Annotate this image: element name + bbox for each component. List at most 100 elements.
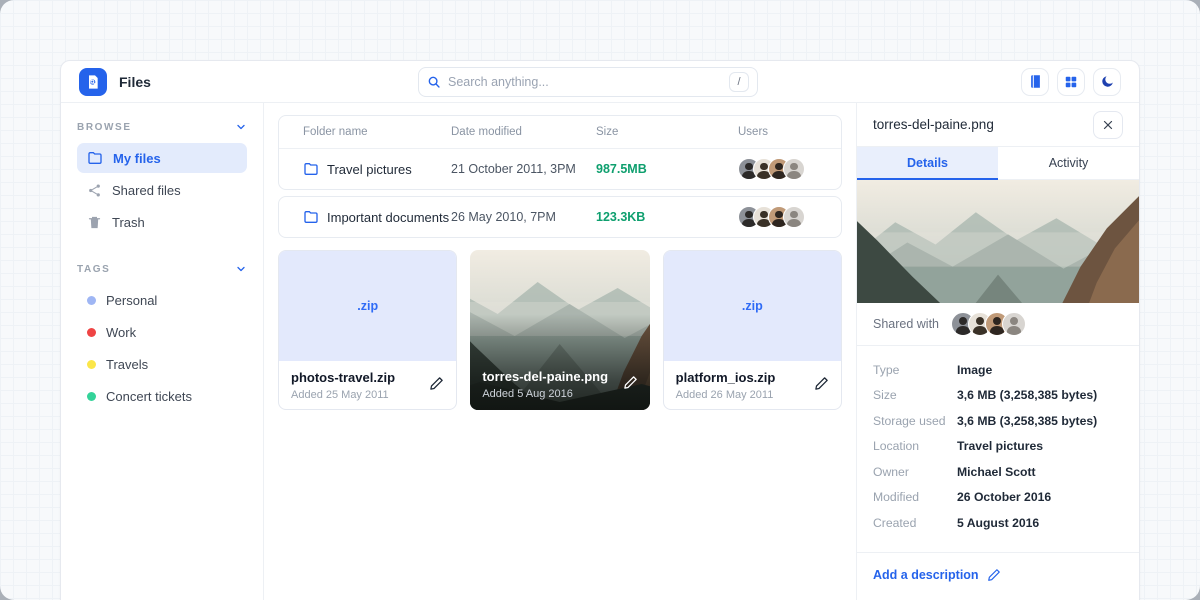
edit-button[interactable] <box>814 376 829 391</box>
date-modified: 21 October 2011, 3PM <box>451 162 596 176</box>
file-details-list: Type Image Size 3,6 MB (3,258,385 bytes)… <box>857 346 1139 546</box>
detail-value: Travel pictures <box>957 439 1123 453</box>
shared-with-label: Shared with <box>873 317 939 331</box>
sidebar-item-shared-files[interactable]: Shared files <box>77 175 247 205</box>
file-added-date: Added 5 Aug 2016 <box>482 388 608 400</box>
shared-with-row: Shared with <box>857 303 1139 346</box>
date-modified: 26 May 2010, 7PM <box>451 210 596 224</box>
users-avatars <box>738 158 817 180</box>
tab-activity[interactable]: Activity <box>998 147 1139 180</box>
folder-icon <box>87 150 103 166</box>
trash-icon <box>87 215 102 230</box>
main-content: Folder name Date modified Size Users Tra… <box>264 103 856 600</box>
folders-table-row-card: Important documents 26 May 2010, 7PM 123… <box>278 196 842 238</box>
table-row-travel-pictures[interactable]: Travel pictures 21 October 2011, 3PM 987… <box>279 149 841 189</box>
avatar <box>783 158 805 180</box>
edit-button[interactable] <box>623 375 638 390</box>
app-body: BROWSE My files <box>61 103 1139 600</box>
app-window: Files / <box>60 60 1140 600</box>
search-icon <box>427 75 441 89</box>
tag-item-work[interactable]: Work <box>77 317 247 347</box>
pencil-icon <box>814 376 829 391</box>
file-added-date: Added 26 May 2011 <box>676 389 776 401</box>
detail-value: 3,6 MB (3,258,385 bytes) <box>957 388 1123 402</box>
detail-row-modified: Modified 26 October 2016 <box>873 485 1123 511</box>
add-description-label: Add a description <box>873 568 979 582</box>
tag-label: Work <box>106 325 136 340</box>
tag-dot-work <box>87 328 96 337</box>
detail-label: Storage used <box>873 414 957 428</box>
file-cards: .zip photos-travel.zip Added 25 May 2011 <box>278 250 842 410</box>
sidebar-item-trash[interactable]: Trash <box>77 207 247 237</box>
panel-tabs: Details Activity <box>857 147 1139 180</box>
screen: Files / <box>0 0 1200 600</box>
sidebar-item-my-files[interactable]: My files <box>77 143 247 173</box>
folder-size: 123.3KB <box>596 210 738 224</box>
file-added-date: Added 25 May 2011 <box>291 389 395 401</box>
add-description-button[interactable]: Add a description <box>857 553 1139 597</box>
column-users: Users <box>738 126 817 138</box>
detail-value: Image <box>957 363 1123 377</box>
grid-view-icon <box>1064 75 1078 89</box>
panel-header: torres-del-paine.png <box>857 103 1139 147</box>
shared-avatars <box>951 312 1026 336</box>
grid-view-button[interactable] <box>1057 68 1085 96</box>
edit-button[interactable] <box>429 376 444 391</box>
file-card-platform-ios[interactable]: .zip platform_ios.zip Added 26 May 2011 <box>663 250 842 410</box>
detail-label: Owner <box>873 465 957 479</box>
tag-dot-travels <box>87 360 96 369</box>
panel-title: torres-del-paine.png <box>873 117 994 132</box>
chevron-down-icon[interactable] <box>235 121 247 133</box>
file-card-photos-travel[interactable]: .zip photos-travel.zip Added 25 May 2011 <box>278 250 457 410</box>
tag-item-travels[interactable]: Travels <box>77 349 247 379</box>
dark-mode-moon-icon <box>1100 74 1115 89</box>
detail-label: Modified <box>873 490 957 504</box>
search-input[interactable] <box>448 75 729 89</box>
detail-row-location: Location Travel pictures <box>873 434 1123 460</box>
zip-preview: .zip <box>664 251 841 361</box>
tag-item-concert-tickets[interactable]: Concert tickets <box>77 381 247 411</box>
sidebar-item-label: My files <box>113 151 161 166</box>
browse-section-header: BROWSE <box>77 121 247 133</box>
detail-row-owner: Owner Michael Scott <box>873 459 1123 485</box>
detail-row-storage-used: Storage used 3,6 MB (3,258,385 bytes) <box>873 408 1123 434</box>
close-panel-button[interactable] <box>1093 111 1123 139</box>
tag-dot-concert-tickets <box>87 392 96 401</box>
tags-label: TAGS <box>77 264 110 275</box>
search-shortcut-badge: / <box>729 72 749 92</box>
tags-section-header: TAGS <box>77 263 247 275</box>
book-icon <box>1028 74 1043 89</box>
search-bar[interactable]: / <box>418 67 758 97</box>
tag-dot-personal <box>87 296 96 305</box>
detail-value: 3,6 MB (3,258,385 bytes) <box>957 414 1123 428</box>
pencil-icon <box>987 568 1001 582</box>
file-card-torres-del-paine[interactable]: torres-del-paine.png Added 5 Aug 2016 <box>470 250 649 410</box>
close-icon <box>1102 119 1114 131</box>
table-row-important-documents[interactable]: Important documents 26 May 2010, 7PM 123… <box>279 197 841 237</box>
sidebar: BROWSE My files <box>61 103 264 600</box>
detail-row-size: Size 3,6 MB (3,258,385 bytes) <box>873 383 1123 409</box>
detail-value: Michael Scott <box>957 465 1123 479</box>
tag-item-personal[interactable]: Personal <box>77 285 247 315</box>
tab-details[interactable]: Details <box>857 147 998 180</box>
detail-row-created: Created 5 August 2016 <box>873 510 1123 536</box>
folder-size: 987.5MB <box>596 162 738 176</box>
file-preview-image <box>857 180 1139 303</box>
file-search-icon <box>85 74 101 90</box>
book-button[interactable] <box>1021 68 1049 96</box>
chevron-down-icon[interactable] <box>235 263 247 275</box>
details-panel: torres-del-paine.png Details Activity Sh… <box>856 103 1139 600</box>
detail-row-type: Type Image <box>873 357 1123 383</box>
share-icon <box>87 183 102 198</box>
table-header-row: Folder name Date modified Size Users <box>279 116 841 149</box>
sidebar-item-label: Trash <box>112 215 145 230</box>
folder-icon <box>303 209 319 225</box>
detail-value: 26 October 2016 <box>957 490 1123 504</box>
app-logo <box>79 68 107 96</box>
app-title: Files <box>119 74 151 90</box>
detail-label: Location <box>873 439 957 453</box>
file-name: photos-travel.zip <box>291 370 395 385</box>
pencil-icon <box>623 375 638 390</box>
top-bar: Files / <box>61 61 1139 103</box>
dark-mode-button[interactable] <box>1093 68 1121 96</box>
